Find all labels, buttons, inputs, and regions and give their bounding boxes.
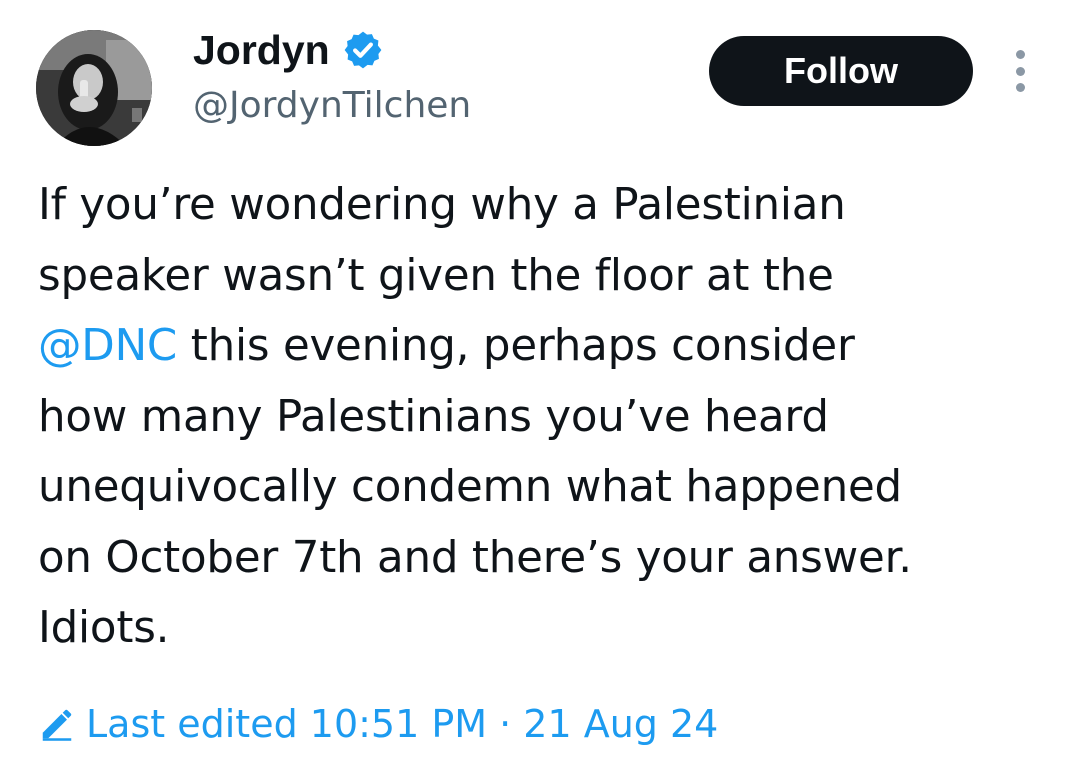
author-name-row: Jordyn [193,24,384,76]
tweet-line: unequivocally condemn what happened [38,462,902,512]
pencil-icon [42,709,72,741]
more-vertical-icon-dot [1015,66,1025,76]
tweet-line: Idiots. [38,603,170,653]
tweet-line: @DNC this evening, perhaps consider [38,311,1058,382]
edit-history-label: Last edited 10:51 PM · 21 Aug 24 [86,702,719,746]
tweet-body: If you’re wondering why a Palestinian sp… [38,170,1058,664]
tweet-line: speaker wasn’t given the floor at the [38,250,834,301]
tweet-line: on October 7th and there’s your answer. [38,532,912,583]
avatar[interactable] [36,30,152,146]
mention-link[interactable]: @DNC [38,321,177,371]
more-options-button[interactable] [1006,50,1034,92]
tweet-line: If you’re wondering why a Palestinian [38,180,846,230]
more-vertical-icon [1015,50,1025,59]
tweet-line: how many Palestinians you’ve heard [38,391,829,442]
author-display-name[interactable]: Jordyn [193,24,330,76]
avatar-image [36,30,152,146]
tweet-line-text: this evening, perhaps consider [177,321,855,371]
edit-history-link[interactable]: Last edited 10:51 PM · 21 Aug 24 [38,698,718,750]
verified-badge-icon [344,31,382,69]
author-handle[interactable]: @JordynTilchen [193,82,471,130]
follow-button[interactable]: Follow [709,36,973,106]
more-vertical-icon-dot [1015,83,1025,92]
